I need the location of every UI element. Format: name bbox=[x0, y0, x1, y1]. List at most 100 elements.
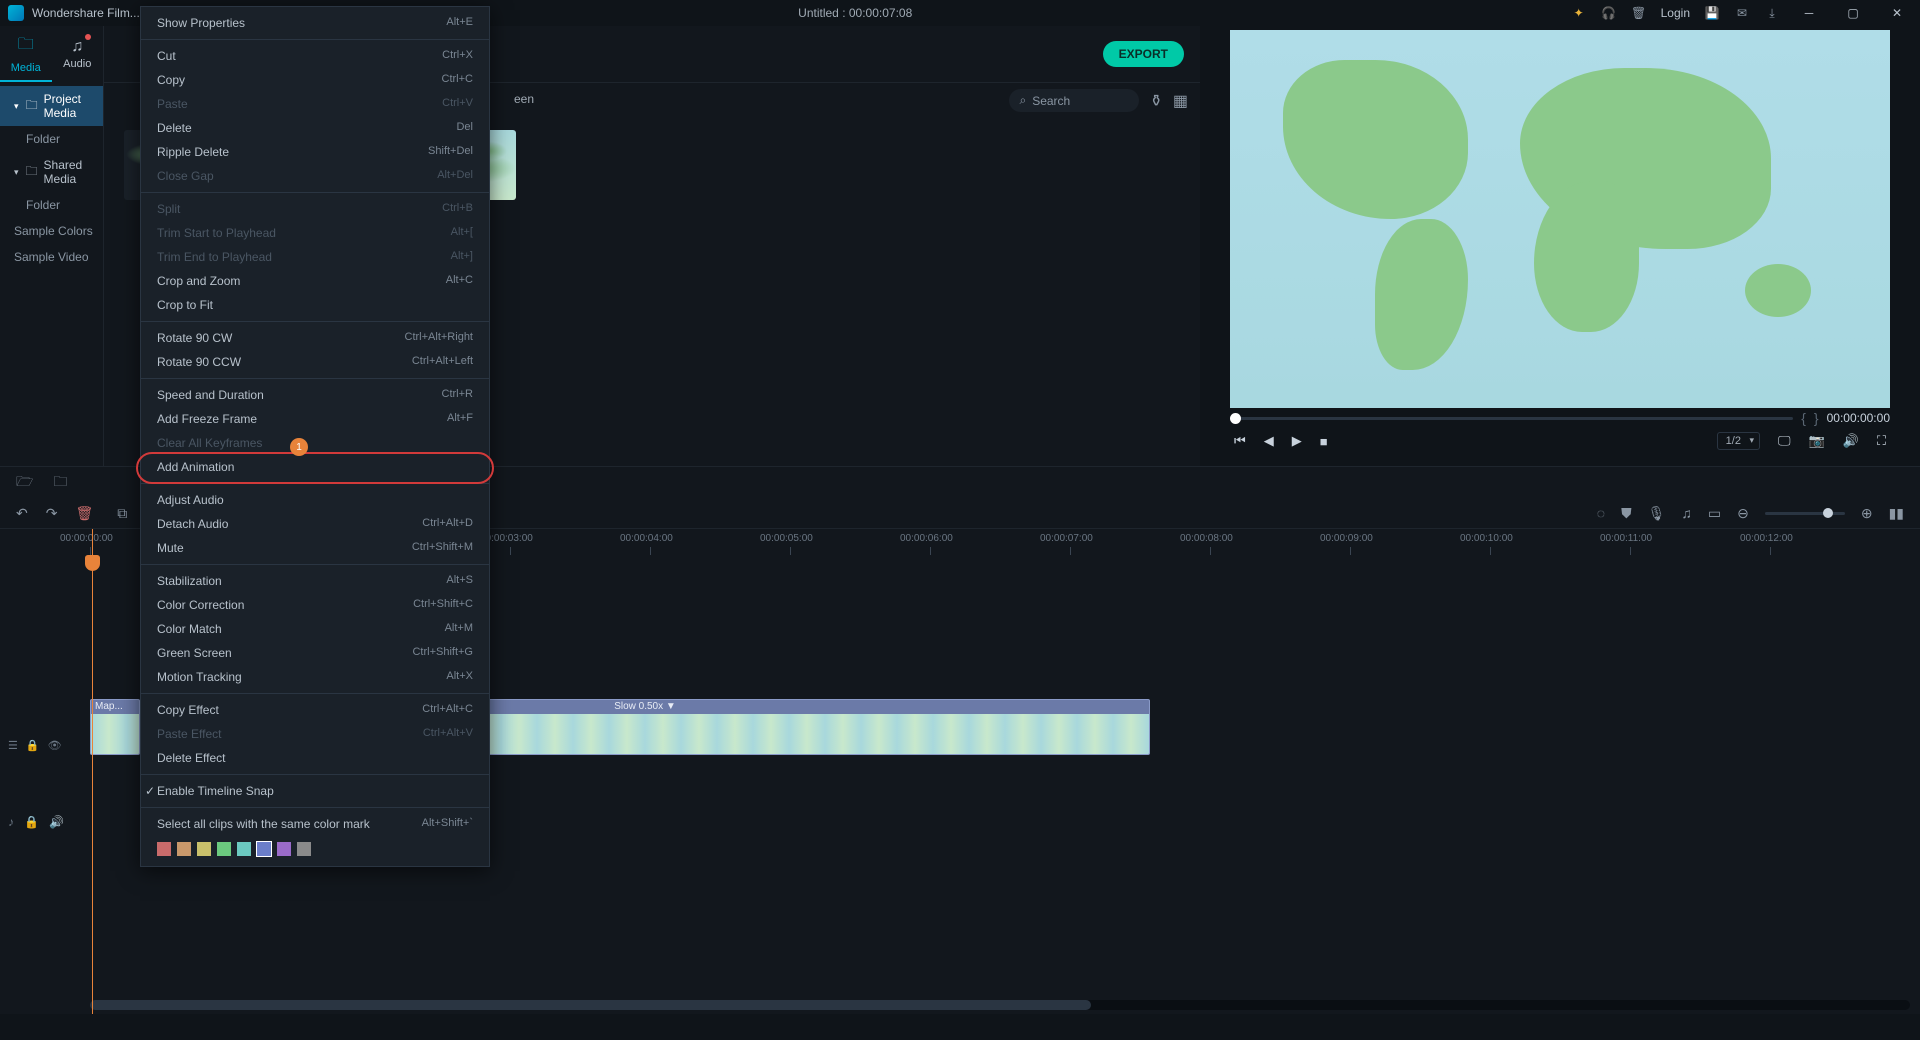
lock-icon[interactable]: 🔒 bbox=[24, 815, 39, 829]
video-track-head: ☰ 🔒 👁 bbox=[0, 717, 88, 773]
menu-item[interactable]: Detach AudioCtrl+Alt+D bbox=[141, 512, 489, 536]
tree-folder-2[interactable]: Folder bbox=[0, 192, 103, 218]
scrollbar-thumb[interactable] bbox=[90, 1000, 1091, 1010]
search-input[interactable]: ⌕ Search bbox=[1009, 89, 1139, 112]
minimize-button[interactable]: ─ bbox=[1794, 2, 1824, 24]
menu-item[interactable]: Crop to Fit bbox=[141, 293, 489, 317]
volume-icon[interactable]: 🔊 bbox=[1843, 433, 1859, 449]
picture-icon[interactable]: ▭ bbox=[1708, 505, 1721, 522]
tree-folder-1[interactable]: Folder bbox=[0, 126, 103, 152]
redo-icon[interactable]: ↷ bbox=[46, 505, 58, 522]
lock-icon[interactable]: 🔒 bbox=[26, 739, 40, 752]
tab-audio-label: Audio bbox=[63, 58, 91, 70]
menu-item[interactable]: Copy EffectCtrl+Alt+C bbox=[141, 698, 489, 722]
save-icon[interactable]: 💾 bbox=[1704, 5, 1720, 21]
menu-item[interactable]: Delete Effect bbox=[141, 746, 489, 770]
menu-item[interactable]: Speed and DurationCtrl+R bbox=[141, 383, 489, 407]
maximize-button[interactable]: ▢ bbox=[1838, 2, 1868, 24]
menu-item[interactable]: Motion TrackingAlt+X bbox=[141, 665, 489, 689]
zoom-ratio-select[interactable]: 1/2 bbox=[1717, 432, 1760, 450]
color-swatch[interactable] bbox=[157, 842, 171, 856]
marker-icon[interactable]: ⛊ bbox=[1621, 505, 1632, 522]
undo-icon[interactable]: ↶ bbox=[16, 505, 28, 522]
clip-1[interactable]: Map... bbox=[90, 699, 140, 755]
play-back-icon[interactable]: ◀ bbox=[1264, 433, 1274, 449]
zoom-in-icon[interactable]: ⊕ bbox=[1861, 505, 1873, 522]
tab-media-label: Media bbox=[11, 62, 41, 74]
play-icon[interactable]: ▶ bbox=[1292, 433, 1302, 449]
preview-controls: ⏮ ◀ ▶ ■ 1/2 🖵 📷 🔊 ⛶ bbox=[1230, 428, 1890, 454]
brace-open-icon[interactable]: { bbox=[1801, 410, 1806, 426]
snapshot-icon[interactable]: 📷 bbox=[1809, 433, 1825, 449]
menu-item[interactable]: Green ScreenCtrl+Shift+G bbox=[141, 641, 489, 665]
preview-canvas[interactable] bbox=[1230, 30, 1890, 408]
close-button[interactable]: ✕ bbox=[1882, 2, 1912, 24]
tab-media[interactable]: 🗀 Media bbox=[0, 26, 52, 82]
menu-item[interactable]: Color CorrectionCtrl+Shift+C bbox=[141, 593, 489, 617]
support-icon[interactable]: 🎧 bbox=[1601, 5, 1617, 21]
display-icon[interactable]: 🖵 bbox=[1778, 433, 1791, 449]
step-back-icon[interactable]: ⏮ bbox=[1234, 433, 1246, 449]
tree-sample-colors[interactable]: Sample Colors bbox=[0, 218, 103, 244]
music-note-icon[interactable]: ♪ bbox=[8, 815, 14, 829]
zoom-handle[interactable] bbox=[1823, 508, 1833, 518]
mute-icon[interactable]: 🔊 bbox=[49, 815, 64, 829]
fullscreen-icon[interactable]: ⛶ bbox=[1877, 433, 1886, 449]
stop-icon[interactable]: ■ bbox=[1320, 434, 1328, 449]
color-swatch[interactable] bbox=[197, 842, 211, 856]
menu-item[interactable]: CutCtrl+X bbox=[141, 44, 489, 68]
menu-item[interactable]: StabilizationAlt+S bbox=[141, 569, 489, 593]
menu-item[interactable]: Color MatchAlt+M bbox=[141, 617, 489, 641]
delete-clip-icon[interactable]: 🗑 bbox=[75, 505, 93, 522]
color-swatch[interactable] bbox=[217, 842, 231, 856]
audio-mixer-icon[interactable]: ♫ bbox=[1681, 505, 1692, 521]
scrub-track[interactable] bbox=[1230, 417, 1793, 420]
export-button[interactable]: EXPORT bbox=[1103, 41, 1184, 67]
timeline-scrollbar[interactable] bbox=[90, 1000, 1910, 1010]
tab-audio[interactable]: ♫ Audio bbox=[52, 26, 104, 82]
color-swatch[interactable] bbox=[177, 842, 191, 856]
tree-shared-media[interactable]: ▾🗀Shared Media bbox=[0, 152, 103, 192]
color-swatch[interactable] bbox=[237, 842, 251, 856]
folder-icon: 🗀 bbox=[26, 162, 38, 183]
open-folder-icon[interactable]: 🗁 bbox=[16, 471, 33, 495]
color-swatch[interactable] bbox=[277, 842, 291, 856]
scrub-handle[interactable] bbox=[1230, 413, 1241, 424]
grid-view-icon[interactable]: ▦ bbox=[1173, 91, 1188, 111]
delete-icon[interactable]: 🗑 bbox=[1631, 5, 1647, 21]
color-swatch[interactable] bbox=[257, 842, 271, 856]
tree-sample-video[interactable]: Sample Video bbox=[0, 244, 103, 270]
track-menu-icon[interactable]: ☰ bbox=[8, 739, 18, 752]
menu-item[interactable]: DeleteDel bbox=[141, 116, 489, 140]
menu-item[interactable]: Add Freeze FrameAlt+F bbox=[141, 407, 489, 431]
download-icon[interactable]: ⤓ bbox=[1764, 5, 1780, 21]
mail-icon[interactable]: ✉ bbox=[1734, 5, 1750, 21]
menu-item[interactable]: CopyCtrl+C bbox=[141, 68, 489, 92]
menu-item[interactable]: Ripple DeleteShift+Del bbox=[141, 140, 489, 164]
menu-item[interactable]: Crop and ZoomAlt+C bbox=[141, 269, 489, 293]
new-folder-icon[interactable]: 🗀 bbox=[53, 471, 67, 495]
menu-item[interactable]: Rotate 90 CCWCtrl+Alt+Left bbox=[141, 350, 489, 374]
render-icon[interactable]: ◌ bbox=[1597, 505, 1605, 521]
tree-project-media[interactable]: ▾🗀Project Media bbox=[0, 86, 103, 126]
zoom-fit-icon[interactable]: ▮▮ bbox=[1889, 505, 1904, 522]
menu-item[interactable]: Show PropertiesAlt+E bbox=[141, 11, 489, 35]
menu-item[interactable]: ✓Enable Timeline Snap bbox=[141, 779, 489, 803]
voiceover-icon[interactable]: 🎙 bbox=[1648, 505, 1666, 522]
split-icon[interactable]: ⧉ bbox=[117, 505, 127, 522]
playhead[interactable] bbox=[92, 529, 93, 1014]
menu-item[interactable]: Rotate 90 CWCtrl+Alt+Right bbox=[141, 326, 489, 350]
login-link[interactable]: Login bbox=[1661, 6, 1690, 20]
audio-track-head: ♪ 🔒 🔊 bbox=[0, 809, 88, 835]
tips-icon[interactable]: ✦ bbox=[1571, 5, 1587, 21]
menu-item[interactable]: Adjust Audio bbox=[141, 488, 489, 512]
zoom-slider[interactable] bbox=[1765, 512, 1845, 515]
zoom-out-icon[interactable]: ⊖ bbox=[1737, 505, 1749, 522]
visibility-icon[interactable]: 👁 bbox=[48, 739, 62, 752]
menu-item[interactable]: Add Animation bbox=[141, 455, 489, 479]
color-swatch[interactable] bbox=[297, 842, 311, 856]
folder-icon: 🗀 bbox=[26, 96, 38, 117]
brace-close-icon[interactable]: } bbox=[1814, 410, 1819, 426]
filter-icon[interactable]: ⚱ bbox=[1149, 91, 1162, 111]
menu-item[interactable]: MuteCtrl+Shift+M bbox=[141, 536, 489, 560]
